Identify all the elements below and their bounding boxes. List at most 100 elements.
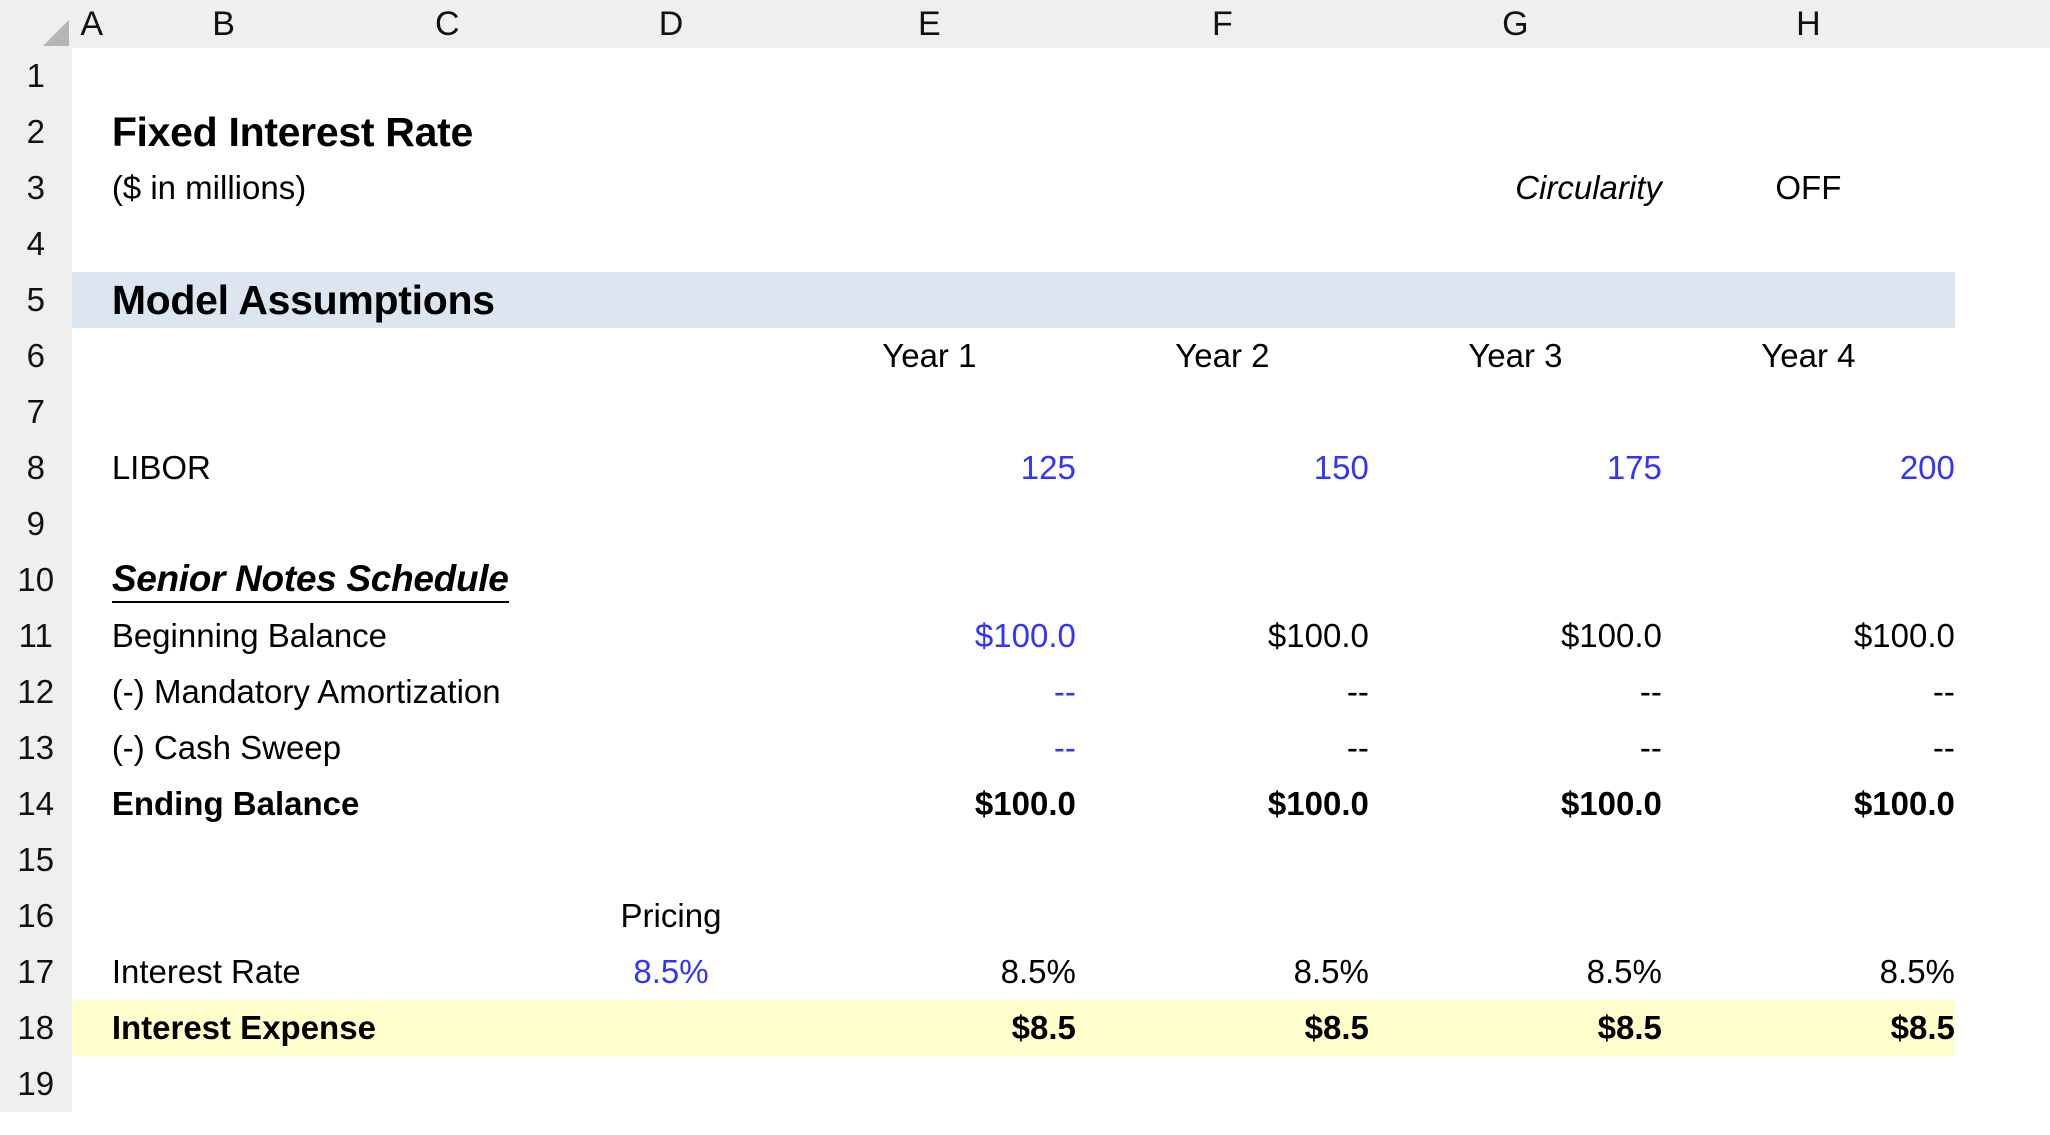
period-header-year-1[interactable]: Year 1 xyxy=(783,328,1076,384)
mandatory-amortization-year-4[interactable]: -- xyxy=(1662,664,1955,720)
interest-rate-year-3[interactable]: 8.5% xyxy=(1369,944,1662,1000)
interest-rate-year-1[interactable]: 8.5% xyxy=(783,944,1076,1000)
cell-h19[interactable] xyxy=(1662,1056,1955,1112)
cell-b9[interactable] xyxy=(112,496,336,552)
row-header-5[interactable]: 5 xyxy=(0,272,72,328)
column-header-c[interactable]: C xyxy=(335,0,559,48)
cell-e10[interactable] xyxy=(783,552,1076,608)
interest-rate-year-4[interactable]: 8.5% xyxy=(1662,944,1955,1000)
cell-h4[interactable] xyxy=(1662,216,1955,272)
mandatory-amortization-year-2[interactable]: -- xyxy=(1076,664,1369,720)
cell-a11[interactable] xyxy=(72,608,112,664)
column-header-b[interactable]: B xyxy=(112,0,336,48)
row-header-6[interactable]: 6 xyxy=(0,328,72,384)
cell-a19[interactable] xyxy=(72,1056,112,1112)
section-header-model-assumptions[interactable]: Model Assumptions xyxy=(112,272,783,328)
cell-g4[interactable] xyxy=(1369,216,1662,272)
cell-g16[interactable] xyxy=(1369,888,1662,944)
cell-a17[interactable] xyxy=(72,944,112,1000)
select-all-corner[interactable] xyxy=(0,0,72,48)
cell-a7[interactable] xyxy=(72,384,112,440)
cell-a18[interactable] xyxy=(72,1000,112,1056)
cell-h2[interactable] xyxy=(1662,104,1955,160)
cell-b6[interactable] xyxy=(112,328,336,384)
libor-year-1[interactable]: 125 xyxy=(783,440,1076,496)
cell-c1[interactable] xyxy=(335,48,559,104)
cell-a12[interactable] xyxy=(72,664,112,720)
cell-h10[interactable] xyxy=(1662,552,1955,608)
cell-e2[interactable] xyxy=(783,104,1076,160)
libor-year-3[interactable]: 175 xyxy=(1369,440,1662,496)
cell-g19[interactable] xyxy=(1369,1056,1662,1112)
cell-f9[interactable] xyxy=(1076,496,1369,552)
column-header-d[interactable]: D xyxy=(559,0,783,48)
cell-e3[interactable] xyxy=(783,160,1076,216)
cell-e4[interactable] xyxy=(783,216,1076,272)
ending-balance-year-3[interactable]: $100.0 xyxy=(1369,776,1662,832)
cell-f10[interactable] xyxy=(1076,552,1369,608)
cash-sweep-year-1[interactable]: -- xyxy=(783,720,1076,776)
row-header-17[interactable]: 17 xyxy=(0,944,72,1000)
row-header-2[interactable]: 2 xyxy=(0,104,72,160)
cell-e16[interactable] xyxy=(783,888,1076,944)
row-header-14[interactable]: 14 xyxy=(0,776,72,832)
cell-a16[interactable] xyxy=(72,888,112,944)
cell-f15[interactable] xyxy=(1076,832,1369,888)
cell-a15[interactable] xyxy=(72,832,112,888)
cell-b16[interactable] xyxy=(112,888,336,944)
cell-c7[interactable] xyxy=(335,384,559,440)
units-note[interactable]: ($ in millions) xyxy=(112,160,559,216)
cell-a8[interactable] xyxy=(72,440,112,496)
cell-b4[interactable] xyxy=(112,216,336,272)
mandatory-amortization-label[interactable]: (-) Mandatory Amortization xyxy=(112,664,783,720)
cell-e19[interactable] xyxy=(783,1056,1076,1112)
cell-h5[interactable] xyxy=(1662,272,1955,328)
cell-d19[interactable] xyxy=(559,1056,783,1112)
cell-g15[interactable] xyxy=(1369,832,1662,888)
row-header-1[interactable]: 1 xyxy=(0,48,72,104)
cell-f4[interactable] xyxy=(1076,216,1369,272)
cell-a13[interactable] xyxy=(72,720,112,776)
beginning-balance-year-3[interactable]: $100.0 xyxy=(1369,608,1662,664)
column-header-a[interactable]: A xyxy=(72,0,112,48)
cash-sweep-year-3[interactable]: -- xyxy=(1369,720,1662,776)
row-header-13[interactable]: 13 xyxy=(0,720,72,776)
cell-f2[interactable] xyxy=(1076,104,1369,160)
beginning-balance-year-1[interactable]: $100.0 xyxy=(783,608,1076,664)
cell-e9[interactable] xyxy=(783,496,1076,552)
pricing-input-value[interactable]: 8.5% xyxy=(559,944,783,1000)
cell-d6[interactable] xyxy=(559,328,783,384)
cell-e15[interactable] xyxy=(783,832,1076,888)
cell-c19[interactable] xyxy=(335,1056,559,1112)
cell-a3[interactable] xyxy=(72,160,112,216)
cell-b19[interactable] xyxy=(112,1056,336,1112)
row-header-11[interactable]: 11 xyxy=(0,608,72,664)
cell-b15[interactable] xyxy=(112,832,336,888)
cell-f3[interactable] xyxy=(1076,160,1369,216)
cell-g2[interactable] xyxy=(1369,104,1662,160)
row-header-18[interactable]: 18 xyxy=(0,1000,72,1056)
cell-c6[interactable] xyxy=(335,328,559,384)
cell-h16[interactable] xyxy=(1662,888,1955,944)
cell-d9[interactable] xyxy=(559,496,783,552)
cell-d3[interactable] xyxy=(559,160,783,216)
cell-a1[interactable] xyxy=(72,48,112,104)
column-header-g[interactable]: G xyxy=(1369,0,1662,48)
cell-a2[interactable] xyxy=(72,104,112,160)
beginning-balance-year-4[interactable]: $100.0 xyxy=(1662,608,1955,664)
ending-balance-year-1[interactable]: $100.0 xyxy=(783,776,1076,832)
cell-f7[interactable] xyxy=(1076,384,1369,440)
row-header-3[interactable]: 3 xyxy=(0,160,72,216)
row-header-9[interactable]: 9 xyxy=(0,496,72,552)
cell-f16[interactable] xyxy=(1076,888,1369,944)
row-header-7[interactable]: 7 xyxy=(0,384,72,440)
cell-f19[interactable] xyxy=(1076,1056,1369,1112)
cell-h15[interactable] xyxy=(1662,832,1955,888)
cell-g1[interactable] xyxy=(1369,48,1662,104)
row-header-8[interactable]: 8 xyxy=(0,440,72,496)
row-header-10[interactable]: 10 xyxy=(0,552,72,608)
pricing-label[interactable]: Pricing xyxy=(559,888,783,944)
cell-e5[interactable] xyxy=(783,272,1076,328)
cash-sweep-year-4[interactable]: -- xyxy=(1662,720,1955,776)
cell-c9[interactable] xyxy=(335,496,559,552)
